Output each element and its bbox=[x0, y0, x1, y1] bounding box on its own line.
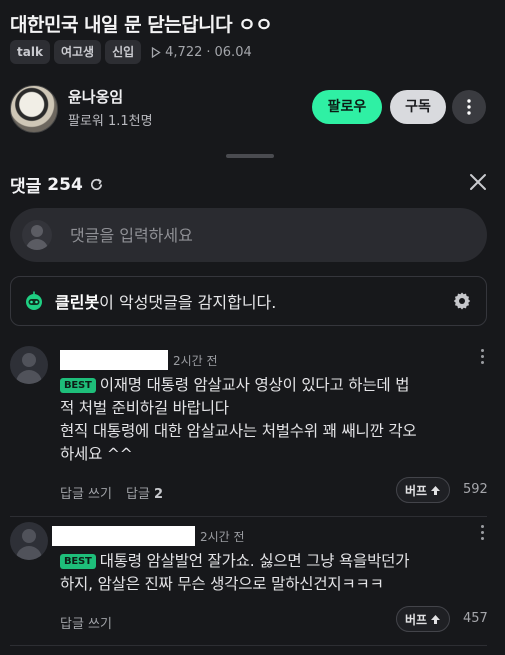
comment-text-line: 대통령 암살발언 잘가쇼. 싫으면 그냥 욕을박던가 bbox=[99, 552, 410, 570]
buff-button[interactable]: 버프 bbox=[396, 606, 451, 632]
kebab-icon bbox=[467, 99, 471, 115]
buff-label: 버프 bbox=[405, 612, 428, 627]
arrow-up-icon bbox=[431, 614, 441, 624]
post-date: 06.04 bbox=[214, 44, 252, 60]
comment-text: BEST 이재명 대통령 암살교사 영상이 있다고 하는데 법 적 처벌 준비하길… bbox=[60, 374, 480, 466]
comment-divider bbox=[10, 516, 487, 517]
comment-input[interactable] bbox=[70, 225, 450, 245]
commenter-avatar[interactable] bbox=[10, 346, 48, 384]
tag-highschool-girl[interactable]: 여고생 bbox=[53, 40, 102, 64]
comment-text: BEST 대통령 암살발언 잘가쇼. 싫으면 그냥 욕을박던가 하지, 암살은 진… bbox=[60, 550, 480, 596]
buff-count: 457 bbox=[463, 611, 488, 626]
reply-count: 2 bbox=[154, 487, 164, 502]
replies-button[interactable]: 답글 2 bbox=[126, 483, 163, 502]
comments-header: 댓글 254 bbox=[10, 172, 104, 197]
comment-menu-button[interactable] bbox=[479, 525, 485, 540]
comment-divider bbox=[10, 645, 487, 646]
commenter-name-redacted bbox=[52, 526, 195, 546]
refresh-icon[interactable] bbox=[89, 177, 104, 192]
gear-icon[interactable] bbox=[452, 291, 472, 311]
best-badge: BEST bbox=[60, 378, 96, 393]
follower-count: 팔로워 1.1천명 bbox=[68, 114, 153, 129]
subscribe-button[interactable]: 구독 bbox=[390, 90, 446, 124]
close-icon bbox=[470, 174, 486, 190]
buff-label: 버프 bbox=[405, 483, 428, 498]
post-title: 대한민국 내일 문 닫는답니다 ㅇㅇ bbox=[10, 14, 273, 36]
cleanbot-text: 클린봇이 악성댓글을 감지합니다. bbox=[55, 289, 276, 313]
author-avatar[interactable] bbox=[10, 85, 58, 133]
cleanbot-name: 클린봇 bbox=[55, 293, 100, 312]
comment-text-line: 이재명 대통령 암살교사 영상이 있다고 하는데 법 bbox=[99, 376, 410, 394]
cleanbot-icon bbox=[26, 291, 42, 310]
author-name[interactable]: 윤나옹임 bbox=[68, 86, 123, 107]
comment-text-line: 현직 대통령에 대한 암살교사는 처벌수위 꽤 쌔니깐 각오 bbox=[60, 422, 417, 440]
play-icon bbox=[152, 46, 161, 58]
replies-label: 답글 bbox=[125, 487, 150, 502]
tag-talk[interactable]: talk bbox=[10, 40, 50, 64]
comment-input-box[interactable] bbox=[10, 208, 487, 262]
best-badge: BEST bbox=[60, 554, 96, 569]
comment-text-line: 적 처벌 준비하길 바랍니다 bbox=[60, 399, 229, 417]
dot-separator: · bbox=[206, 44, 211, 60]
more-options-button[interactable] bbox=[452, 90, 486, 124]
drag-handle[interactable] bbox=[226, 154, 274, 158]
post-meta: talk 여고생 신입 4,722 · 06.04 bbox=[10, 40, 252, 64]
cleanbot-message: 이 악성댓글을 감지합니다. bbox=[99, 293, 277, 312]
tag-newbie[interactable]: 신입 bbox=[105, 40, 142, 64]
commenter-name-redacted bbox=[60, 350, 168, 370]
comment-item: 2시간 전 BEST 이재명 대통령 암살교사 영상이 있다고 하는데 법 적 처… bbox=[10, 346, 488, 511]
comment-actions: 답글 쓰기 bbox=[60, 613, 112, 632]
buff-button[interactable]: 버프 bbox=[396, 477, 451, 503]
view-stats: 4,722 · 06.04 bbox=[151, 45, 252, 60]
comment-actions: 답글 쓰기 답글 2 bbox=[60, 483, 163, 502]
comment-item: 2시간 전 BEST 대통령 암살발언 잘가쇼. 싫으면 그냥 욕을박던가 하지,… bbox=[10, 522, 488, 642]
comment-text-line: 하지, 암살은 진짜 무슨 생각으로 말하신건지ㅋㅋㅋ bbox=[60, 575, 384, 593]
cleanbot-notice: 클린봇이 악성댓글을 감지합니다. bbox=[10, 276, 487, 326]
arrow-up-icon bbox=[431, 485, 441, 495]
comments-count: 254 bbox=[47, 174, 83, 195]
comments-label: 댓글 bbox=[10, 177, 42, 197]
buff-count: 592 bbox=[463, 482, 488, 497]
close-button[interactable] bbox=[466, 170, 490, 194]
view-count: 4,722 bbox=[165, 44, 203, 60]
comment-time: 2시간 전 bbox=[200, 530, 245, 544]
my-avatar bbox=[22, 220, 52, 250]
comment-text-line: 하세요 ^^ bbox=[60, 445, 133, 463]
reply-write-button[interactable]: 답글 쓰기 bbox=[60, 613, 112, 632]
comment-menu-button[interactable] bbox=[479, 349, 485, 364]
follow-button[interactable]: 팔로우 bbox=[312, 90, 382, 124]
reply-write-button[interactable]: 답글 쓰기 bbox=[60, 483, 112, 502]
comment-time: 2시간 전 bbox=[173, 354, 218, 368]
commenter-avatar[interactable] bbox=[10, 522, 48, 560]
